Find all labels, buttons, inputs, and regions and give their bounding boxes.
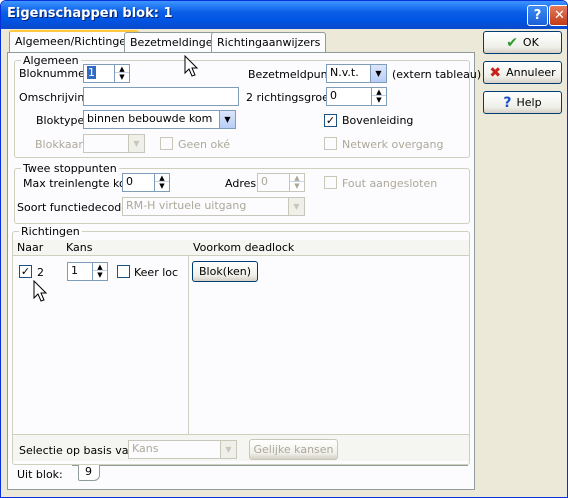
- bloknummer-label: Bloknummer: [19, 67, 90, 80]
- keer-loc-checkbox[interactable]: [117, 265, 130, 278]
- geen-oke-checkbox[interactable]: [160, 137, 173, 150]
- chevron-down-icon[interactable]: ▼: [288, 198, 304, 215]
- bloknummer-spinner[interactable]: 1 ▲ ▼: [83, 64, 130, 83]
- bezetmeldpunt-select[interactable]: N.v.t. ▼: [326, 64, 387, 83]
- help-button[interactable]: ? Help: [483, 91, 562, 114]
- tab-panel: Algemeen Bloknummer 1 ▲ ▼ Bezetmeldpunt N…: [7, 52, 481, 490]
- netwerk-overgang-label: Netwerk overgang: [342, 138, 444, 151]
- omschrijving-label: Omschrijving: [19, 91, 92, 104]
- spin-down-icon[interactable]: ▼: [372, 96, 386, 104]
- adres-spin-buttons[interactable]: ▲ ▼: [289, 174, 304, 191]
- algemeen-group-label: Algemeen: [21, 54, 81, 67]
- bloknummer-spin-buttons[interactable]: ▲ ▼: [114, 65, 129, 82]
- chevron-down-icon[interactable]: ▼: [128, 135, 144, 152]
- help-title-button[interactable]: ?: [527, 5, 548, 26]
- max-treinlengte-spinner[interactable]: 0 ▲ ▼: [122, 173, 170, 192]
- spin-down-icon[interactable]: ▼: [115, 73, 129, 81]
- max-treinlengte-label: Max treinlengte kort: [23, 177, 135, 190]
- spin-up-icon[interactable]: ▲: [93, 263, 107, 271]
- blokkaart-label: Blokkaart: [35, 138, 88, 151]
- question-icon: ?: [503, 94, 512, 111]
- bloktype-select[interactable]: binnen bebouwde kom ▼: [83, 110, 236, 129]
- spin-up-icon[interactable]: ▲: [155, 174, 169, 182]
- blokken-button[interactable]: Blok(ken): [192, 261, 258, 282]
- soort-functiedecoder-label: Soort functiedecoder: [17, 201, 133, 214]
- naar-value: 2: [37, 266, 44, 279]
- adres-label: Adres: [225, 177, 257, 190]
- stoppunten-group-label: Twee stoppunten: [21, 162, 119, 175]
- adres-spinner[interactable]: 0 ▲ ▼: [257, 173, 305, 192]
- title-bar[interactable]: Eigenschappen blok: 1 ? ✕: [1, 1, 567, 29]
- omschrijving-field[interactable]: [83, 87, 239, 106]
- column-voorkom-deadlock: Voorkom deadlock: [193, 241, 295, 254]
- checkmark-icon: ✔: [506, 34, 518, 51]
- ok-button[interactable]: ✔ OK: [483, 31, 562, 54]
- bezetmeldpunt-value: N.v.t.: [330, 66, 359, 79]
- chevron-down-icon[interactable]: ▼: [219, 111, 235, 128]
- question-icon: ?: [533, 8, 542, 23]
- chevron-down-icon[interactable]: ▼: [220, 441, 236, 458]
- bezetmeldpunt-label: Bezetmeldpunt: [248, 68, 332, 81]
- kans-spinner[interactable]: 1 ▲ ▼: [67, 262, 108, 281]
- uit-blok-tab[interactable]: 9: [78, 465, 100, 481]
- richtingen-group-label: Richtingen: [19, 225, 82, 238]
- spin-up-icon[interactable]: ▲: [372, 88, 386, 96]
- column-divider: [188, 256, 189, 434]
- richtingsgroep-label: 2 richtingsgroep: [246, 91, 336, 104]
- column-naar: Naar: [17, 241, 44, 254]
- fout-aangesloten-label: Fout aangesloten: [342, 177, 438, 190]
- cross-icon: ✖: [489, 64, 502, 81]
- selectie-label: Selectie op basis van: [19, 444, 136, 457]
- uit-blok-line: [72, 465, 468, 466]
- dialog-window: Eigenschappen blok: 1 ? ✕ Algemeen/Richt…: [0, 0, 568, 498]
- bovenleiding-checkbox[interactable]: ✓: [324, 114, 337, 127]
- kans-spin-buttons[interactable]: ▲ ▼: [92, 263, 107, 280]
- tab-richtingaanwijzers[interactable]: Richtingaanwijzers: [211, 32, 327, 54]
- uit-blok-label: Uit blok:: [17, 468, 63, 481]
- column-kans: Kans: [66, 241, 93, 254]
- bloknummer-value: 1: [87, 66, 96, 79]
- blokkaart-select[interactable]: ▼: [83, 134, 145, 153]
- gelijke-kansen-button[interactable]: Gelijke kansen: [249, 439, 338, 460]
- spin-up-icon[interactable]: ▲: [290, 174, 304, 182]
- max-spin-buttons[interactable]: ▲ ▼: [154, 174, 169, 191]
- close-icon: ✕: [554, 8, 565, 23]
- richtingsgroep-spin-buttons[interactable]: ▲ ▼: [371, 88, 386, 105]
- chevron-down-icon[interactable]: ▼: [370, 65, 386, 82]
- spin-up-icon[interactable]: ▲: [115, 65, 129, 73]
- netwerk-overgang-checkbox[interactable]: [324, 137, 337, 150]
- soort-functiedecoder-select[interactable]: RM-H virtuele uitgang ▼: [122, 197, 305, 216]
- keer-loc-label: Keer loc: [134, 266, 179, 279]
- spin-down-icon[interactable]: ▼: [290, 182, 304, 190]
- mouse-cursor-icon: [33, 280, 48, 302]
- close-button[interactable]: ✕: [549, 5, 567, 26]
- geen-oke-label: Geen oké: [178, 138, 231, 151]
- spin-down-icon[interactable]: ▼: [155, 182, 169, 190]
- naar-checkbox[interactable]: ✓: [19, 265, 32, 278]
- fout-aangesloten-checkbox[interactable]: [324, 176, 337, 189]
- richtingsgroep-spinner[interactable]: 0 ▲ ▼: [326, 87, 387, 106]
- tab-algemeen-richtingen[interactable]: Algemeen/Richtingen: [9, 30, 140, 54]
- bovenleiding-label: Bovenleiding: [342, 114, 414, 127]
- annuleer-button[interactable]: ✖ Annuleer: [483, 61, 562, 84]
- bloktype-label: Bloktype: [36, 114, 85, 127]
- mouse-cursor-icon: [184, 55, 199, 77]
- spin-down-icon[interactable]: ▼: [93, 271, 107, 279]
- extern-tableau-note: (extern tableau): [392, 68, 482, 81]
- window-title: Eigenschappen blok: 1: [7, 6, 173, 21]
- selectie-select[interactable]: Kans ▼: [128, 440, 237, 459]
